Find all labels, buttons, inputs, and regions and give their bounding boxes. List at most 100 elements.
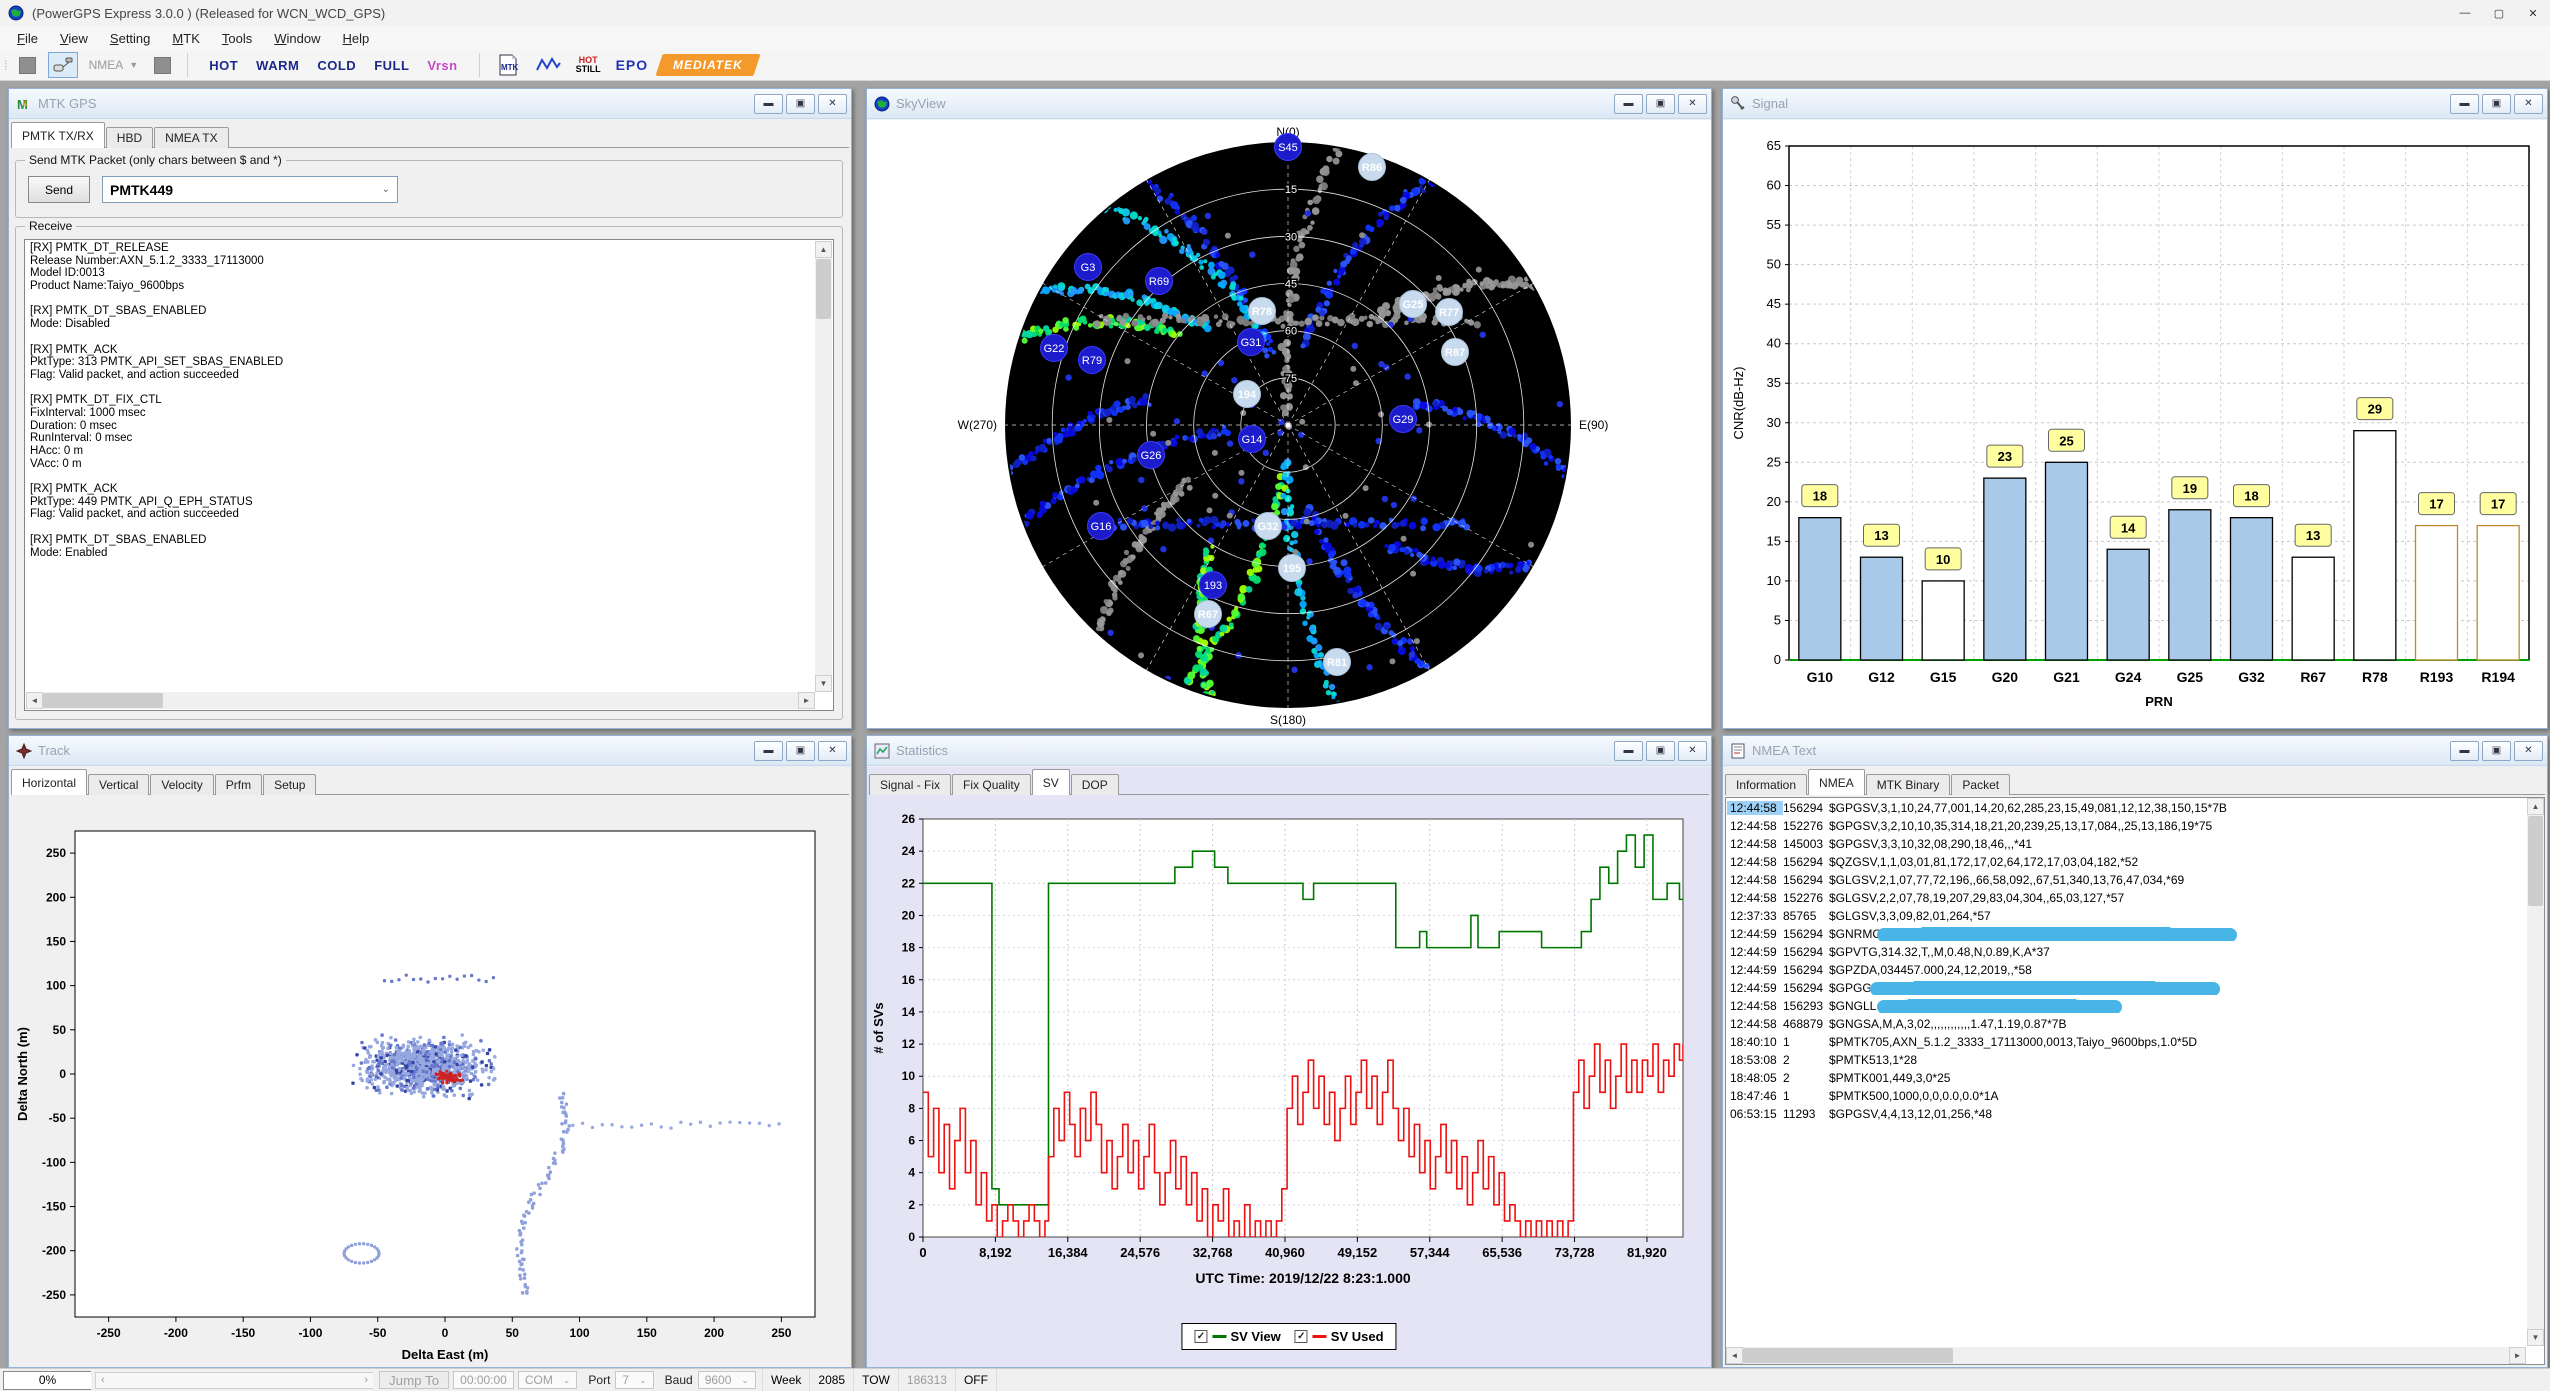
statistics-tab-signal-fix[interactable]: Signal - Fix: [869, 774, 951, 795]
track-minimize-button[interactable]: ▬: [754, 741, 783, 761]
vscroll-thumb[interactable]: [816, 259, 831, 319]
track-tab-vertical[interactable]: Vertical: [88, 774, 149, 795]
hscroll-thumb[interactable]: [1743, 1348, 1953, 1363]
hot-restart-button[interactable]: HOT: [200, 52, 247, 78]
skyview-titlebar[interactable]: SkyView ▬▣✕: [867, 89, 1711, 119]
nmea-row[interactable]: 12:44:59156294$GPZDA,034457.000,24,12,20…: [1727, 961, 2525, 979]
mtk-gps-maximize-button[interactable]: ▣: [786, 94, 815, 114]
track-tab-setup[interactable]: Setup: [263, 774, 316, 795]
jump-to-button[interactable]: Jump To: [379, 1371, 449, 1389]
nmea-row[interactable]: 12:44:59156294$GPGG: [1727, 979, 2525, 997]
nmea-row[interactable]: 12:37:3385765$GLGSV,3,3,09,82,01,264,*57: [1727, 907, 2525, 925]
send-button[interactable]: Send: [28, 176, 90, 203]
scroll-up-icon[interactable]: ▲: [815, 241, 832, 258]
nmea-row[interactable]: 12:44:58468879$GNGSA,M,A,3,02,,,,,,,,,,,…: [1727, 1015, 2525, 1033]
epo-button[interactable]: EPO: [612, 52, 653, 78]
com-select[interactable]: COM ⌄: [518, 1371, 578, 1389]
port-select[interactable]: 7 ⌄: [615, 1371, 653, 1389]
track-tab-velocity[interactable]: Velocity: [150, 774, 213, 795]
skyview-maximize-button[interactable]: ▣: [1646, 94, 1675, 114]
menu-help[interactable]: Help: [331, 27, 380, 50]
app-close-button[interactable]: ✕: [2516, 0, 2550, 26]
baud-select[interactable]: 9600 ⌄: [698, 1371, 756, 1389]
packet-combobox[interactable]: PMTK449 ⌄: [102, 176, 398, 203]
mtk-tab-nmea-tx[interactable]: NMEA TX: [154, 127, 228, 148]
statistics-tab-fix-quality[interactable]: Fix Quality: [952, 774, 1031, 795]
nmea-row[interactable]: 18:40:101$PMTK705,AXN_5.1.2_3333_1711300…: [1727, 1033, 2525, 1051]
scroll-right-icon[interactable]: ►: [798, 692, 815, 709]
nmea-tab-mtk-binary[interactable]: MTK Binary: [1866, 774, 1951, 795]
playback-slider[interactable]: ‹ ›: [95, 1372, 373, 1389]
scroll-up-icon[interactable]: ▲: [2527, 798, 2544, 815]
stop-button[interactable]: [15, 52, 41, 78]
track-tab-prfm[interactable]: Prfm: [215, 774, 262, 795]
scroll-left-icon[interactable]: ◄: [26, 692, 43, 709]
nmea-row[interactable]: 18:47:461$PMTK500,1000,0,0,0.0,0.0*1A: [1727, 1087, 2525, 1105]
nmea-titlebar[interactable]: NMEA Text ▬▣✕: [1723, 736, 2547, 766]
vrsn-restart-button[interactable]: Vrsn: [418, 52, 466, 78]
slider-right-icon[interactable]: ›: [359, 1374, 373, 1386]
nmea-row[interactable]: 12:44:58156294$QZGSV,1,1,03,01,81,172,17…: [1727, 853, 2525, 871]
nmea-row[interactable]: 12:44:58156293$GNGLL: [1727, 997, 2525, 1015]
nmea-sentence-list[interactable]: 12:44:58156294$GPGSV,3,1,10,24,77,001,14…: [1725, 797, 2545, 1365]
menu-file[interactable]: File: [6, 27, 49, 50]
nmea-row[interactable]: 18:53:082$PMTK513,1*28: [1727, 1051, 2525, 1069]
track-tab-horizontal[interactable]: Horizontal: [11, 769, 87, 795]
nmea-row[interactable]: 12:44:59156294$GPVTG,314.32,T,,M,0.48,N,…: [1727, 943, 2525, 961]
menu-window[interactable]: Window: [263, 27, 331, 50]
scroll-right-icon[interactable]: ►: [2509, 1347, 2526, 1364]
pmtk-button[interactable]: MTK: [492, 52, 524, 78]
nmea-row[interactable]: 12:44:58145003$GPGSV,3,3,10,32,08,290,18…: [1727, 835, 2525, 853]
nmea-row[interactable]: 06:53:1511293$GPGSV,4,4,13,12,01,256,*48: [1727, 1105, 2525, 1123]
nmea-close-button[interactable]: ✕: [2514, 741, 2543, 761]
signal-close-button[interactable]: ✕: [2514, 94, 2543, 114]
statistics-maximize-button[interactable]: ▣: [1646, 741, 1675, 761]
skyview-minimize-button[interactable]: ▬: [1614, 94, 1643, 114]
signal-maximize-button[interactable]: ▣: [2482, 94, 2511, 114]
mtk-gps-titlebar[interactable]: Mᵏ MTK GPS ▬▣✕: [9, 89, 851, 119]
statistics-close-button[interactable]: ✕: [1678, 741, 1707, 761]
nmea-vscrollbar[interactable]: ▲ ▼: [2527, 798, 2544, 1346]
menu-setting[interactable]: Setting: [99, 27, 161, 50]
track-close-button[interactable]: ✕: [818, 741, 847, 761]
receive-textarea[interactable]: [RX] PMTK_DT_RELEASERelease Number:AXN_5…: [24, 239, 834, 711]
nmea-tab-nmea[interactable]: NMEA: [1808, 769, 1865, 795]
menu-tools[interactable]: Tools: [211, 27, 263, 50]
track-maximize-button[interactable]: ▣: [786, 741, 815, 761]
nmea-row[interactable]: 12:44:59156294$GNRMC: [1727, 925, 2525, 943]
protocol-select[interactable]: NMEA ▼: [85, 58, 143, 72]
statistics-titlebar[interactable]: Statistics ▬▣✕: [867, 736, 1711, 766]
statistics-minimize-button[interactable]: ▬: [1614, 741, 1643, 761]
hscroll-thumb[interactable]: [43, 693, 163, 708]
mtk-tab-pmtk-tx-rx[interactable]: PMTK TX/RX: [11, 122, 105, 148]
scroll-left-icon[interactable]: ◄: [1726, 1347, 1743, 1364]
scroll-down-icon[interactable]: ▼: [815, 675, 832, 692]
signal-titlebar[interactable]: Signal ▬▣✕: [1723, 89, 2547, 119]
nmea-row[interactable]: 12:44:58156294$GPGSV,3,1,10,24,77,001,14…: [1727, 799, 2525, 817]
nmea-row[interactable]: 12:44:58152276$GLGSV,2,2,07,78,19,207,29…: [1727, 889, 2525, 907]
nmea-maximize-button[interactable]: ▣: [2482, 741, 2511, 761]
slider-left-icon[interactable]: ‹: [96, 1374, 110, 1386]
skyview-close-button[interactable]: ✕: [1678, 94, 1707, 114]
vscroll-thumb[interactable]: [2528, 816, 2543, 906]
receive-hscrollbar[interactable]: ◄ ►: [26, 692, 815, 709]
nmea-row[interactable]: 18:48:052$PMTK001,449,3,0*25: [1727, 1069, 2525, 1087]
statistics-tab-sv[interactable]: SV: [1032, 769, 1070, 795]
color-swatch-button[interactable]: [149, 52, 175, 78]
nmea-tab-information[interactable]: Information: [1725, 774, 1807, 795]
statistics-tab-dop[interactable]: DOP: [1071, 774, 1119, 795]
warm-restart-button[interactable]: WARM: [247, 52, 308, 78]
receive-vscrollbar[interactable]: ▲ ▼: [815, 241, 832, 692]
app-minimize-button[interactable]: —: [2448, 0, 2482, 26]
menu-mtk[interactable]: MTK: [161, 27, 210, 50]
mtk-gps-minimize-button[interactable]: ▬: [754, 94, 783, 114]
cold-restart-button[interactable]: COLD: [308, 52, 365, 78]
connect-button[interactable]: [48, 52, 78, 78]
nmea-tab-packet[interactable]: Packet: [1951, 774, 2010, 795]
full-restart-button[interactable]: FULL: [365, 52, 418, 78]
jump-time-field[interactable]: 00:00:00: [453, 1371, 514, 1389]
nmea-row[interactable]: 12:44:58152276$GPGSV,3,2,10,10,35,314,18…: [1727, 817, 2525, 835]
track-titlebar[interactable]: Track ▬▣✕: [9, 736, 851, 766]
app-maximize-button[interactable]: ▢: [2482, 0, 2516, 26]
waveform-button[interactable]: [531, 52, 565, 78]
